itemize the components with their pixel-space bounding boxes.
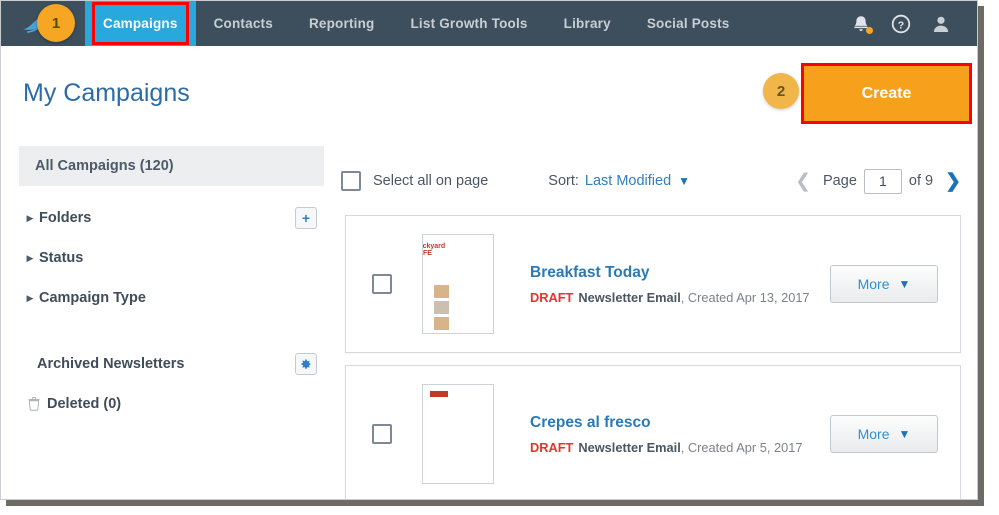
campaign-select-checkbox[interactable]	[372, 424, 392, 444]
page-total-label: of 9	[908, 173, 934, 189]
top-navigation-bar: Campaigns Contacts Reporting List Growth…	[1, 1, 977, 46]
table-row[interactable]: Brickyard CAFE Breakfast Today	[345, 215, 961, 353]
chevron-down-icon: ▼	[898, 277, 911, 291]
previous-page-icon[interactable]: ❮	[795, 170, 811, 193]
user-account-icon[interactable]	[931, 14, 951, 34]
sidebar-item-campaign-type-label: Campaign Type	[39, 290, 146, 306]
sidebar-item-status-label: Status	[39, 250, 84, 266]
page-number-input[interactable]	[863, 168, 902, 194]
more-button[interactable]: More ▼	[830, 415, 938, 453]
notification-dot	[866, 26, 873, 34]
sort-value[interactable]: Last Modified	[585, 173, 671, 189]
nav-tab-contacts-label: Contacts	[213, 16, 273, 31]
nav-tab-list-growth-tools[interactable]: List Growth Tools	[392, 1, 545, 46]
callout-badge-1: 1	[37, 4, 75, 42]
archived-settings-gear-icon[interactable]	[295, 353, 317, 375]
more-button[interactable]: More ▼	[830, 265, 938, 303]
sidebar-item-campaign-type[interactable]: ▶ Campaign Type	[19, 278, 324, 318]
nav-tab-social-posts-label: Social Posts	[646, 16, 730, 31]
sidebar-item-all-campaigns[interactable]: All Campaigns (120)	[19, 146, 324, 186]
nav-tab-social-posts[interactable]: Social Posts	[629, 1, 748, 46]
nav-tab-reporting-label: Reporting	[308, 16, 375, 31]
select-all-checkbox[interactable]	[341, 171, 361, 191]
create-button[interactable]: Create	[804, 66, 969, 121]
app-window: Campaigns Contacts Reporting List Growth…	[0, 0, 978, 500]
nav-tab-library[interactable]: Library	[546, 1, 629, 46]
page-label: Page	[823, 173, 857, 189]
campaign-meta: DRAFT Newsletter Email, Created Apr 5, 20…	[530, 440, 830, 455]
svg-text:?: ?	[898, 19, 904, 31]
campaign-created: , Created Apr 5, 2017	[680, 439, 803, 455]
sidebar-item-folders[interactable]: ▶ Folders +	[19, 198, 324, 238]
next-page-icon[interactable]: ❯	[945, 170, 961, 193]
campaign-title[interactable]: Breakfast Today	[530, 264, 830, 282]
notifications-bell-icon[interactable]	[851, 14, 873, 34]
chevron-down-icon[interactable]: ▼	[678, 174, 690, 188]
chevron-right-icon: ▶	[26, 212, 34, 223]
sidebar-item-archived-newsletters-label: Archived Newsletters	[37, 356, 185, 372]
campaign-created: , Created Apr 13, 2017	[680, 289, 810, 305]
sidebar-item-deleted-label: Deleted (0)	[47, 396, 122, 412]
campaign-type: Newsletter Email	[578, 289, 681, 305]
nav-tab-campaigns-label: Campaigns	[103, 16, 178, 31]
add-folder-button[interactable]: +	[295, 207, 317, 229]
sidebar-item-archived-newsletters[interactable]: Archived Newsletters	[19, 344, 324, 384]
sidebar-item-deleted[interactable]: Deleted (0)	[19, 384, 324, 424]
nav-tab-library-label: Library	[563, 16, 611, 31]
more-button-label: More	[857, 276, 890, 292]
campaign-info: Breakfast Today DRAFT Newsletter Email, C…	[530, 264, 830, 305]
table-row[interactable]: Crepes al fresco DRAFT Newsletter Email, …	[345, 365, 961, 499]
campaign-select-checkbox[interactable]	[372, 274, 392, 294]
select-all-label: Select all on page	[373, 173, 489, 189]
nav-tab-contacts[interactable]: Contacts	[196, 1, 291, 46]
create-button-wrap: Create	[801, 63, 972, 124]
trash-icon	[21, 397, 47, 411]
campaign-thumbnail[interactable]	[422, 384, 494, 484]
sort-label: Sort:	[548, 173, 579, 189]
nav-tab-campaigns[interactable]: Campaigns	[85, 1, 196, 46]
callout-badge-2: 2	[763, 73, 799, 109]
page-title: My Campaigns	[23, 79, 190, 107]
nav-tab-reporting[interactable]: Reporting	[291, 1, 393, 46]
pagination: ❮ Page of 9 ❯	[795, 168, 961, 194]
screenshot-root: Campaigns Contacts Reporting List Growth…	[0, 0, 999, 515]
list-toolbar: Select all on page Sort: Last Modified ▼…	[341, 164, 961, 198]
sidebar-item-folders-label: Folders	[39, 210, 92, 226]
status-badge: DRAFT	[530, 439, 574, 455]
chevron-down-icon: ▼	[898, 427, 911, 441]
nav-right-icons: ?	[851, 1, 977, 46]
status-badge: DRAFT	[530, 289, 574, 305]
sort-control: Sort: Last Modified ▼	[548, 173, 690, 189]
sidebar: All Campaigns (120) ▶ Folders + ▶ Status…	[19, 146, 324, 424]
help-question-icon[interactable]: ?	[891, 14, 911, 34]
sidebar-item-status[interactable]: ▶ Status	[19, 238, 324, 278]
campaign-info: Crepes al fresco DRAFT Newsletter Email, …	[530, 414, 830, 455]
campaign-thumbnail[interactable]: Brickyard CAFE	[422, 234, 494, 334]
chevron-right-icon: ▶	[26, 292, 34, 303]
campaign-meta: DRAFT Newsletter Email, Created Apr 13, 2…	[530, 290, 830, 305]
sidebar-item-all-campaigns-label: All Campaigns (120)	[35, 158, 174, 174]
campaign-list: Brickyard CAFE Breakfast Today	[345, 215, 961, 499]
campaign-title[interactable]: Crepes al fresco	[530, 414, 830, 432]
more-button-label: More	[857, 426, 890, 442]
nav-tab-list-growth-tools-label: List Growth Tools	[410, 16, 528, 31]
campaign-type: Newsletter Email	[578, 439, 681, 455]
chevron-right-icon: ▶	[26, 252, 34, 263]
nav-items: Campaigns Contacts Reporting List Growth…	[85, 1, 748, 46]
